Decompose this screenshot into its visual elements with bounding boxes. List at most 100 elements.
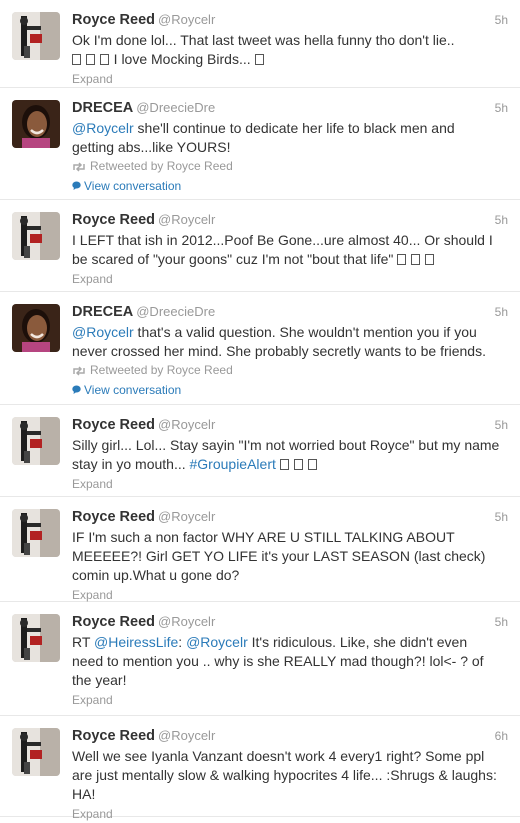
- retweet-icon: [72, 159, 86, 177]
- avatar[interactable]: [12, 509, 60, 557]
- text-segment: Ok I'm done lol... That last tweet was h…: [72, 32, 455, 48]
- mention-link[interactable]: @Roycelr: [72, 120, 134, 136]
- mention-link[interactable]: @Roycelr: [186, 634, 248, 650]
- expand-link[interactable]: Expand: [72, 70, 508, 88]
- mention-link[interactable]: @HeiressLife: [94, 634, 178, 650]
- emoji-glyph-icon: [279, 459, 289, 470]
- tweet-timestamp[interactable]: 5h: [495, 507, 508, 527]
- avatar[interactable]: [12, 304, 60, 352]
- tweet-header: Royce Reed @Roycelr 5h: [72, 507, 508, 527]
- tweet-header: Royce Reed @Roycelr 5h: [72, 10, 508, 30]
- tweet-header: Royce Reed @Roycelr 5h: [72, 210, 508, 230]
- hashtag-link[interactable]: #GroupieAlert: [190, 456, 276, 472]
- avatar[interactable]: [12, 417, 60, 465]
- text-segment: :: [178, 634, 187, 650]
- author-handle[interactable]: @Roycelr: [158, 12, 215, 27]
- emoji-glyph-icon: [72, 54, 81, 65]
- emoji-group: [279, 456, 318, 472]
- tweet-timestamp[interactable]: 5h: [495, 415, 508, 435]
- tweet-text: @Roycelr that's a valid question. She wo…: [72, 323, 500, 361]
- text-segment: RT: [72, 634, 95, 650]
- tweet-header: Royce Reed @Roycelr 6h: [72, 726, 508, 746]
- author-name[interactable]: Royce Reed: [72, 212, 155, 228]
- tweet-text: Well we see Iyanla Vanzant doesn't work …: [72, 747, 500, 804]
- tweet-text: @Roycelr she'll continue to dedicate her…: [72, 119, 500, 157]
- tweet-timestamp[interactable]: 5h: [495, 302, 508, 322]
- tweet-timestamp[interactable]: 6h: [495, 726, 508, 746]
- tweet-item[interactable]: Royce Reed @Roycelr 5h IF I'm such a non fa…: [0, 497, 520, 602]
- emoji-group: [254, 51, 265, 67]
- emoji-glyph-icon: [293, 459, 303, 470]
- author-handle[interactable]: @Roycelr: [158, 614, 215, 629]
- emoji-glyph-icon: [411, 254, 421, 265]
- emoji-glyph-icon: [99, 54, 109, 65]
- tweet-item[interactable]: Royce Reed @Roycelr 5h I LEFT that ish in 2…: [0, 200, 520, 292]
- tweet-header: DRECEA @DreecieDre 5h: [72, 98, 508, 118]
- speech-bubble-icon: [72, 177, 81, 195]
- tweet-header: Royce Reed @Roycelr 5h: [72, 415, 508, 435]
- tweet-timestamp[interactable]: 5h: [495, 98, 508, 118]
- emoji-glyph-icon: [397, 254, 407, 265]
- author-handle[interactable]: @DreecieDre: [136, 304, 215, 319]
- emoji-glyph-icon: [425, 254, 435, 265]
- tweet-header: DRECEA @DreecieDre 5h: [72, 302, 508, 322]
- author-handle[interactable]: @Roycelr: [158, 212, 215, 227]
- retweet-icon: [72, 363, 86, 381]
- tweet-text: Ok I'm done lol... That last tweet was h…: [72, 31, 500, 69]
- author-name[interactable]: Royce Reed: [72, 614, 155, 630]
- avatar[interactable]: [12, 12, 60, 60]
- retweeted-by: Retweeted by Royce Reed: [72, 157, 508, 177]
- emoji-glyph-icon: [254, 54, 264, 65]
- avatar[interactable]: [12, 614, 60, 662]
- tweet-item[interactable]: Royce Reed @Roycelr 5h Ok I'm done lol... T…: [0, 0, 520, 88]
- tweet-item[interactable]: DRECEA @DreecieDre 5h @Roycelr that's a val…: [0, 292, 520, 405]
- expand-link[interactable]: Expand: [72, 475, 508, 493]
- tweet-item[interactable]: Royce Reed @Roycelr 6h Well we see Iyanla V…: [0, 716, 520, 821]
- view-conversation-link[interactable]: View conversation: [72, 177, 508, 195]
- text-segment: I love Mocking Birds...: [113, 51, 255, 67]
- retweeted-by-label[interactable]: Retweeted by Royce Reed: [90, 363, 233, 377]
- expand-link[interactable]: Expand: [72, 805, 508, 823]
- author-handle[interactable]: @Roycelr: [158, 509, 215, 524]
- author-name[interactable]: Royce Reed: [72, 728, 155, 744]
- tweet-item[interactable]: Royce Reed @Roycelr 5h Silly girl... Lol...…: [0, 405, 520, 497]
- mention-link[interactable]: @Roycelr: [72, 324, 134, 340]
- avatar[interactable]: [12, 728, 60, 776]
- retweeted-by-label[interactable]: Retweeted by Royce Reed: [90, 159, 233, 173]
- author-handle[interactable]: @Roycelr: [158, 417, 215, 432]
- text-segment: IF I'm such a non factor WHY ARE U STILL…: [72, 529, 486, 583]
- retweeted-by: Retweeted by Royce Reed: [72, 361, 508, 381]
- avatar[interactable]: [12, 212, 60, 260]
- emoji-glyph-icon: [85, 54, 95, 65]
- view-conversation-label[interactable]: View conversation: [84, 179, 181, 193]
- speech-bubble-icon: [72, 381, 81, 399]
- author-name[interactable]: Royce Reed: [72, 12, 155, 28]
- view-conversation-label[interactable]: View conversation: [84, 383, 181, 397]
- tweet-text: Silly girl... Lol... Stay sayin "I'm not…: [72, 436, 500, 474]
- tweet-text: I LEFT that ish in 2012...Poof Be Gone..…: [72, 231, 500, 269]
- tweet-timestamp[interactable]: 5h: [495, 612, 508, 632]
- tweet-text: IF I'm such a non factor WHY ARE U STILL…: [72, 528, 500, 585]
- tweet-text: RT @HeiressLife: @Roycelr It's ridiculou…: [72, 633, 500, 690]
- tweet-timestamp[interactable]: 5h: [495, 210, 508, 230]
- tweet-item[interactable]: DRECEA @DreecieDre 5h @Roycelr she'll conti…: [0, 88, 520, 200]
- author-name[interactable]: Royce Reed: [72, 509, 155, 525]
- author-name[interactable]: DRECEA: [72, 100, 133, 116]
- emoji-group: [72, 51, 114, 67]
- tweet-item[interactable]: Royce Reed @Roycelr 5h RT @HeiressLife: @Ro…: [0, 602, 520, 716]
- author-name[interactable]: Royce Reed: [72, 417, 155, 433]
- text-segment: that's a valid question. She wouldn't me…: [72, 324, 486, 359]
- emoji-glyph-icon: [307, 459, 317, 470]
- tweet-timeline: Royce Reed @Roycelr 5h Ok I'm done lol... T…: [0, 0, 520, 821]
- author-name[interactable]: DRECEA: [72, 304, 133, 320]
- emoji-group: [397, 251, 435, 267]
- author-handle[interactable]: @Roycelr: [158, 728, 215, 743]
- tweet-timestamp[interactable]: 5h: [495, 10, 508, 30]
- author-handle[interactable]: @DreecieDre: [136, 100, 215, 115]
- expand-link[interactable]: Expand: [72, 270, 508, 288]
- avatar[interactable]: [12, 100, 60, 148]
- view-conversation-link[interactable]: View conversation: [72, 381, 508, 399]
- text-segment: Well we see Iyanla Vanzant doesn't work …: [72, 748, 497, 802]
- tweet-header: Royce Reed @Roycelr 5h: [72, 612, 508, 632]
- expand-link[interactable]: Expand: [72, 691, 508, 709]
